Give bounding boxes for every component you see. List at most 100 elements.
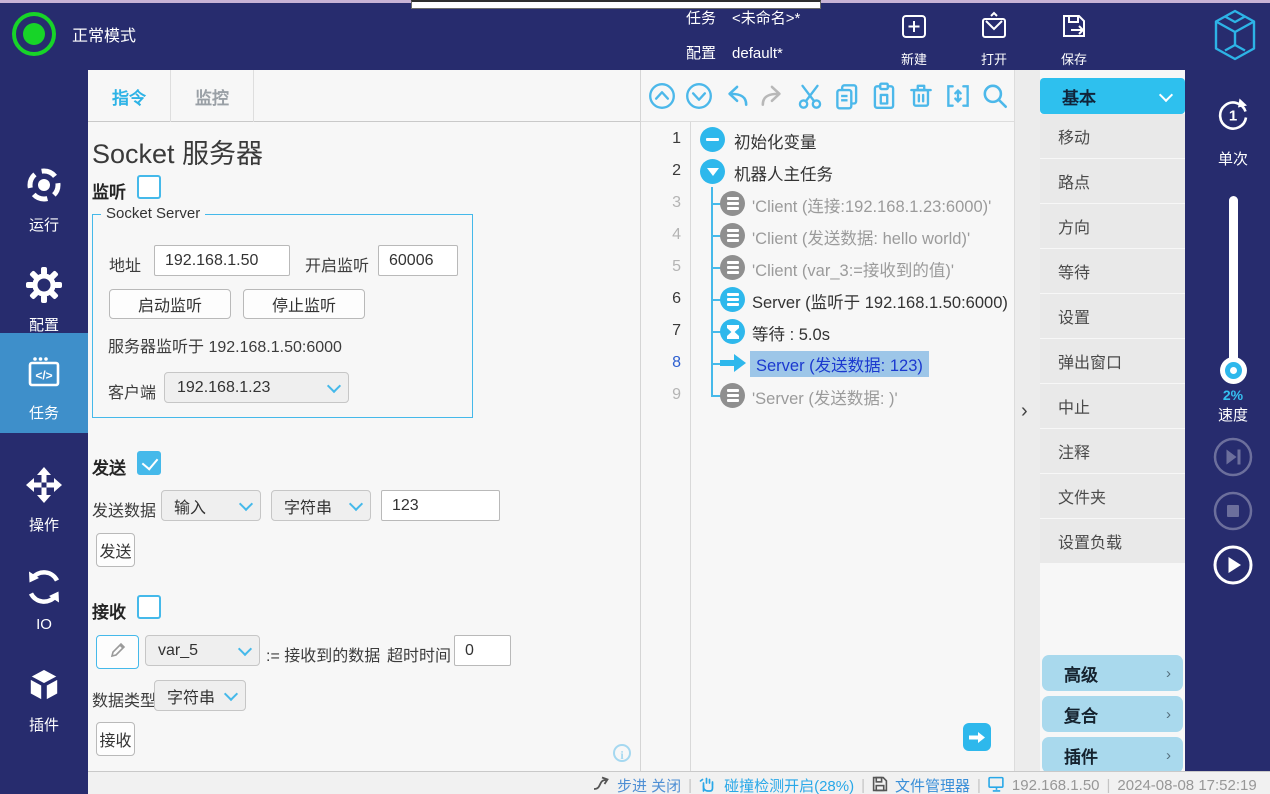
tab-monitor[interactable]: 监控 [171, 70, 254, 122]
task-code-window-icon: </> [24, 380, 64, 397]
category-item-abort[interactable]: 中止 [1040, 384, 1185, 428]
tree-row-text[interactable]: 机器人主任务 [734, 161, 833, 185]
tree-row-text[interactable]: 初始化变量 [734, 129, 817, 153]
minus-circle-icon[interactable] [700, 127, 725, 152]
group-label-advanced: 高级 [1064, 661, 1098, 686]
sidebar-item-operate[interactable]: 操作 [0, 465, 88, 535]
move-down-icon[interactable] [684, 81, 714, 111]
new-task-button[interactable]: 新建 [882, 10, 946, 66]
paste-icon[interactable] [869, 81, 899, 111]
tree-row[interactable]: 7 等待 : 5.0s [641, 316, 1014, 348]
sidebar-item-run[interactable]: 运行 [0, 165, 88, 235]
info-icon[interactable]: i [613, 744, 631, 762]
send-source-select[interactable]: 输入 [161, 490, 261, 521]
mode-label: 正常模式 [72, 22, 136, 46]
category-item-waypoint[interactable]: 路点 [1040, 159, 1185, 203]
category-item-folder[interactable]: 文件夹 [1040, 474, 1185, 518]
play-button[interactable] [1213, 545, 1253, 585]
open-task-button[interactable]: 打开 [962, 10, 1026, 66]
chevron-down-icon [349, 497, 363, 511]
listen-checkbox[interactable] [137, 175, 161, 199]
loop-once-icon[interactable]: 1 [1213, 95, 1253, 140]
tree-row[interactable]: 1 初始化变量 [641, 124, 1014, 156]
expand-chevron-icon[interactable]: › [1021, 400, 1028, 423]
tree-row[interactable]: 5 'Client (var_3:=接收到的值)' [641, 252, 1014, 284]
speed-slider-track[interactable] [1229, 196, 1238, 378]
tree-row-selected[interactable]: 8 Server (发送数据: 123) [641, 348, 1014, 380]
tree-row-text[interactable]: 'Server (发送数据: )' [752, 385, 898, 409]
category-item-comment[interactable]: 注释 [1040, 429, 1185, 473]
step-forward-button[interactable] [1213, 437, 1253, 477]
tab-instruction[interactable]: 指令 [88, 70, 171, 122]
undo-icon[interactable] [721, 81, 751, 111]
tree-row[interactable]: 6 Server (监听于 192.168.1.50:6000) [641, 284, 1014, 316]
category-header-basic[interactable]: 基本 [1040, 78, 1185, 114]
step-mode-status[interactable]: 步进 关闭 [617, 775, 681, 794]
tree-row[interactable]: 9 'Server (发送数据: )' [641, 380, 1014, 412]
mode-status-icon [12, 12, 56, 56]
insert-icon[interactable] [943, 81, 973, 111]
edit-variable-button[interactable] [96, 635, 139, 669]
jump-to-current-button[interactable] [963, 723, 991, 751]
category-item-direction[interactable]: 方向 [1040, 204, 1185, 248]
start-listen-button[interactable]: 启动监听 [109, 289, 231, 319]
sidebar-item-config[interactable]: 配置 [0, 265, 88, 335]
tree-row-text[interactable]: Server (监听于 192.168.1.50:6000) [752, 289, 1008, 313]
sidebar-item-plugin[interactable]: 插件 [0, 665, 88, 735]
send-type-select[interactable]: 字符串 [271, 490, 371, 521]
tree-row[interactable]: 2 机器人主任务 [641, 156, 1014, 188]
client-select[interactable]: 192.168.1.23 [164, 372, 349, 403]
sidebar-item-task[interactable]: </> 任务 [0, 353, 88, 423]
copy-icon[interactable] [832, 81, 862, 111]
receive-checkbox[interactable] [137, 595, 161, 619]
file-manager-link[interactable]: 文件管理器 [895, 775, 970, 794]
chevron-right-icon: › [1166, 665, 1171, 682]
tree-row-text[interactable]: 'Client (var_3:=接收到的值)' [752, 257, 954, 281]
speed-slider-thumb[interactable] [1220, 357, 1247, 384]
loop-once-label: 单次 [1213, 148, 1253, 169]
tree-row[interactable]: 4 'Client (发送数据: hello world)' [641, 220, 1014, 252]
line-number: 6 [641, 290, 681, 308]
datatype-select[interactable]: 字符串 [154, 680, 246, 711]
address-input[interactable] [154, 245, 290, 276]
save-task-button[interactable]: 保存 [1042, 10, 1106, 66]
send-payload-input[interactable] [381, 490, 500, 521]
send-checkbox[interactable] [137, 451, 161, 475]
category-item-popup[interactable]: 弹出窗口 [1040, 339, 1185, 383]
chevron-right-icon: › [1166, 747, 1171, 764]
send-button[interactable]: 发送 [96, 533, 135, 567]
delete-icon[interactable] [906, 81, 936, 111]
category-item-payload[interactable]: 设置负载 [1040, 519, 1185, 563]
chevron-down-icon [238, 642, 252, 656]
category-item-set[interactable]: 设置 [1040, 294, 1185, 338]
collision-status[interactable]: 碰撞检测开启(28%) [724, 775, 854, 794]
category-item-wait[interactable]: 等待 [1040, 249, 1185, 293]
hourglass-icon [720, 319, 745, 344]
move-up-icon[interactable] [647, 81, 677, 111]
redo-icon[interactable] [758, 81, 788, 111]
cut-icon[interactable] [795, 81, 825, 111]
sidebar-item-io[interactable]: IO [0, 567, 88, 633]
stop-button[interactable] [1213, 491, 1253, 531]
panel-collapse-strip[interactable]: › [1014, 70, 1040, 771]
collapse-circle-icon[interactable] [700, 159, 725, 184]
timeout-input[interactable] [454, 635, 511, 666]
receive-variable-select[interactable]: var_5 [145, 635, 260, 666]
tree-row-text[interactable]: 等待 : 5.0s [752, 321, 830, 345]
group-label-composite: 复合 [1064, 702, 1098, 727]
tree-row-text[interactable]: Server (发送数据: 123) [750, 351, 929, 377]
tree-row-text[interactable]: 'Client (发送数据: hello world)' [752, 225, 970, 249]
port-input[interactable] [378, 245, 458, 276]
receive-button[interactable]: 接收 [96, 722, 135, 756]
tree-row[interactable]: 3 'Client (连接:192.168.1.23:6000)' [641, 188, 1014, 220]
step-mode-icon [593, 776, 610, 794]
sidebar-label-io: IO [0, 616, 88, 633]
category-group-plugin[interactable]: 插件› [1042, 737, 1183, 773]
category-item-move[interactable]: 移动 [1040, 114, 1185, 158]
stop-listen-button[interactable]: 停止监听 [243, 289, 365, 319]
task-name: <未命名>* [732, 9, 800, 28]
search-icon[interactable] [980, 81, 1010, 111]
category-group-composite[interactable]: 复合› [1042, 696, 1183, 732]
category-group-advanced[interactable]: 高级 › [1042, 655, 1183, 691]
tree-row-text[interactable]: 'Client (连接:192.168.1.23:6000)' [752, 193, 991, 217]
